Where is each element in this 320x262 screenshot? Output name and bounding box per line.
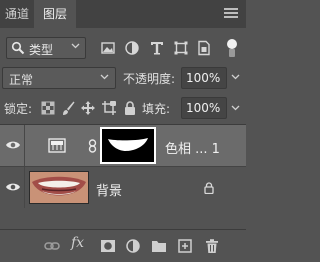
panel-menu-icon[interactable] — [224, 8, 238, 18]
shape-filter-icon[interactable] — [173, 40, 189, 56]
chevron-down-icon — [100, 74, 109, 80]
lock-transparent-pixels-icon[interactable] — [40, 100, 56, 116]
blend-mode-select[interactable]: 正常 — [2, 67, 116, 89]
layer-mask-thumbnail[interactable] — [100, 127, 156, 164]
layer-row-adjustment[interactable]: 色相 ... 1 — [0, 125, 246, 167]
layer-name[interactable]: 色相 ... 1 — [165, 138, 220, 157]
hue-saturation-adjustment-icon[interactable] — [48, 138, 66, 153]
layers-list: 色相 ... 1 背景 — [0, 125, 246, 229]
lock-label: 锁定: — [4, 102, 33, 116]
mask-shape — [108, 138, 148, 151]
opacity-label: 不透明度: — [123, 72, 176, 86]
visibility-toggle[interactable] — [0, 167, 25, 208]
fill-input[interactable]: 100% — [181, 97, 227, 119]
image-filter-icon[interactable] — [100, 40, 116, 56]
lock-position-icon[interactable] — [80, 100, 96, 116]
lock-icon — [204, 182, 214, 194]
visibility-toggle[interactable] — [0, 125, 25, 166]
new-adjustment-icon[interactable] — [125, 238, 141, 254]
lock-all-icon[interactable] — [122, 100, 138, 116]
fill-label: 填充: — [142, 102, 171, 116]
new-layer-icon[interactable] — [177, 238, 193, 254]
blend-row: 正常 不透明度: 100% — [0, 66, 246, 90]
blend-mode-value: 正常 — [9, 73, 34, 87]
fx-icon[interactable]: fx — [71, 235, 84, 251]
opacity-input[interactable]: 100% — [181, 67, 227, 89]
layer-name[interactable]: 背景 — [96, 180, 122, 199]
add-mask-icon[interactable] — [100, 238, 116, 254]
fill-value: 100% — [186, 101, 221, 115]
eye-icon — [6, 183, 20, 191]
link-layers-icon[interactable] — [44, 238, 60, 254]
fill-slider-chevron-icon[interactable] — [231, 105, 240, 111]
filter-toggle-icon[interactable] — [226, 38, 238, 58]
opacity-value: 100% — [186, 71, 221, 85]
filter-kind-label: 类型 — [29, 43, 54, 57]
search-icon — [11, 41, 25, 55]
eye-icon — [6, 141, 20, 149]
lock-artboard-icon[interactable] — [101, 100, 117, 116]
chain-link-icon[interactable] — [88, 139, 97, 153]
new-group-icon[interactable] — [151, 238, 167, 254]
tab-layers[interactable]: 图层 — [34, 0, 76, 28]
lock-image-pixels-icon[interactable] — [60, 100, 76, 116]
tab-channels[interactable]: 通道 — [0, 0, 34, 28]
layers-footer-toolbar: fx — [0, 229, 246, 262]
layer-thumbnail-smile-photo[interactable] — [29, 171, 89, 204]
chevron-down-icon — [71, 43, 80, 49]
lock-row: 锁定: 填充: 100% — [0, 96, 246, 120]
filter-kind-select[interactable]: 类型 — [6, 37, 86, 59]
opacity-slider-chevron-icon[interactable] — [231, 74, 240, 80]
smart-object-filter-icon[interactable] — [196, 40, 212, 56]
delete-layer-icon[interactable] — [204, 238, 220, 254]
smile-photo-image — [30, 172, 88, 203]
adjustment-filter-icon[interactable] — [124, 40, 140, 56]
layer-row-background[interactable]: 背景 — [0, 167, 246, 208]
type-filter-icon[interactable] — [149, 40, 165, 56]
panel-tab-bar: 通道 图层 — [0, 0, 246, 28]
filter-row: 类型 — [0, 35, 246, 61]
